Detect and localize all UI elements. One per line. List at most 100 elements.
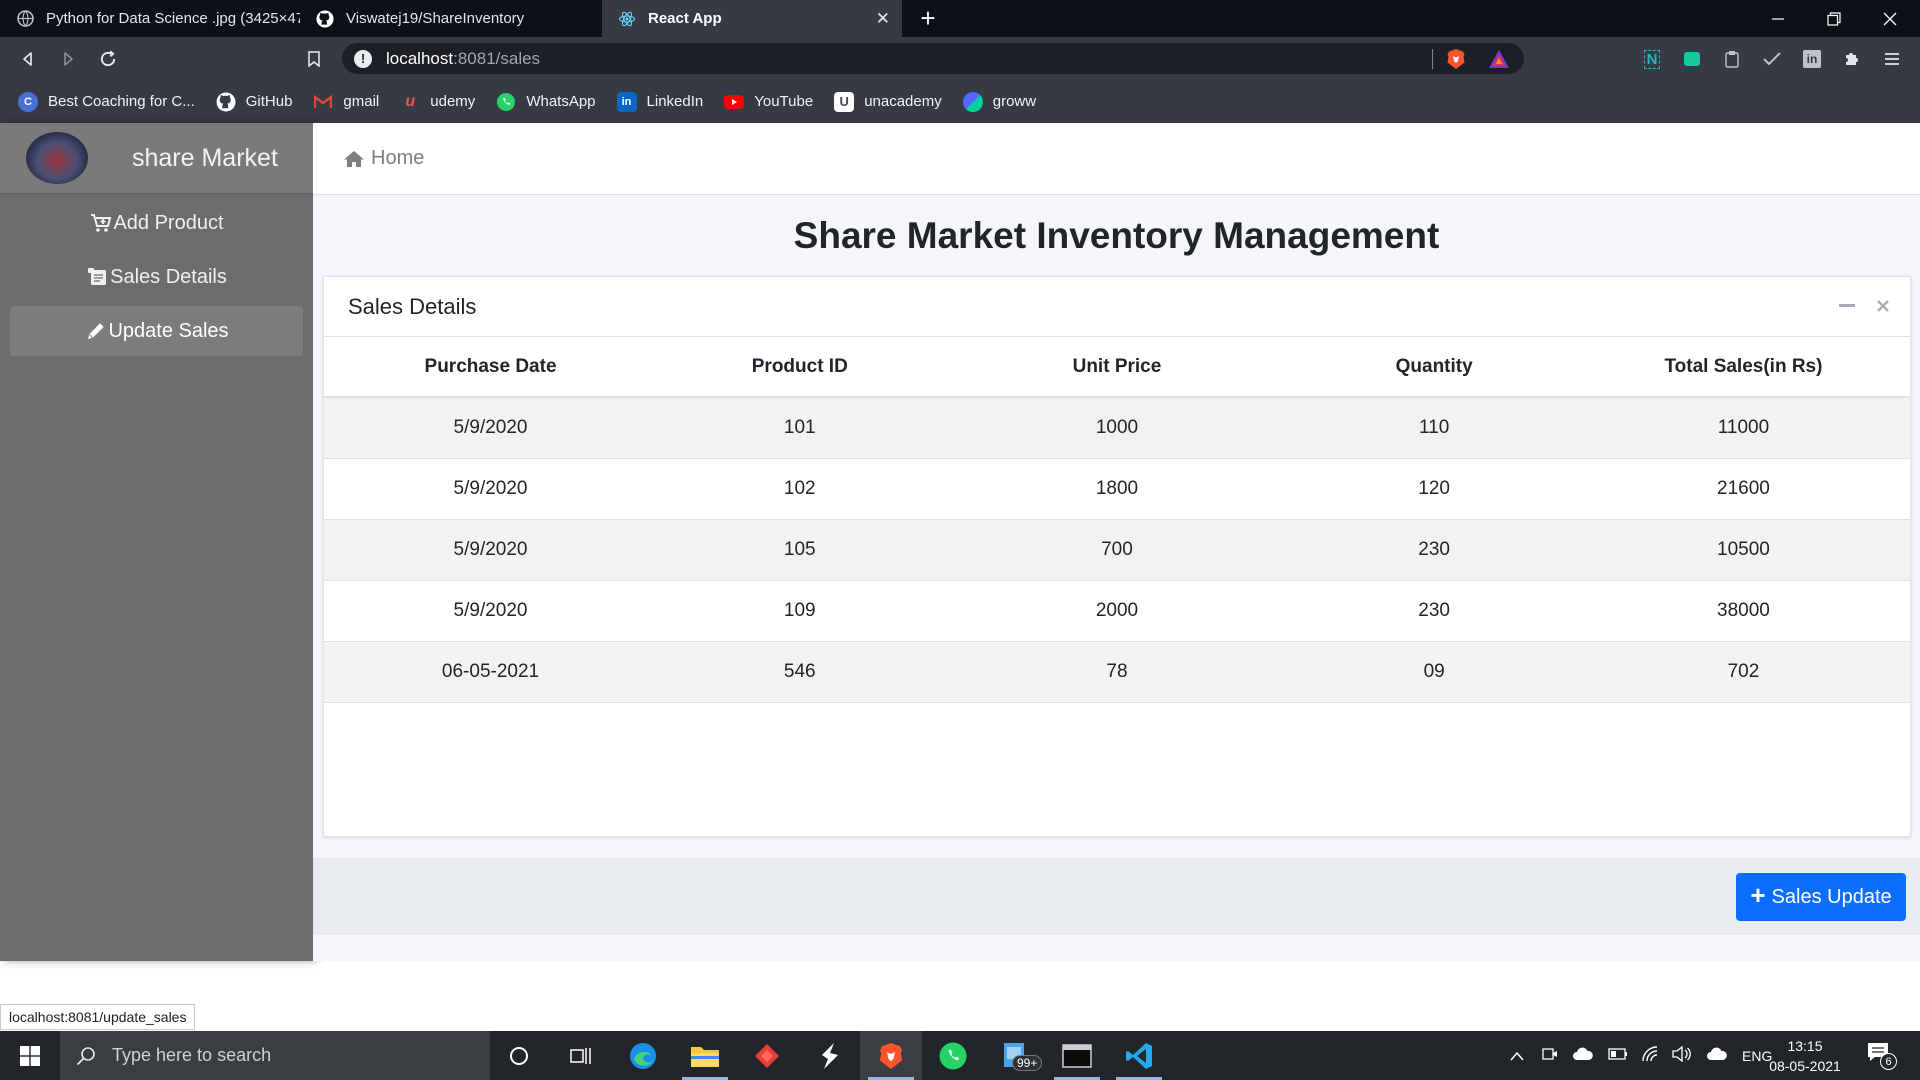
restore-window-icon[interactable] <box>1806 0 1862 37</box>
site-info-icon[interactable]: ! <box>354 49 372 68</box>
main-content: Share Market Inventory Management Sales … <box>313 195 1920 961</box>
gmail-icon <box>313 92 333 112</box>
brand[interactable]: share Market <box>0 123 313 194</box>
column-header: Quantity <box>1291 337 1577 398</box>
sales-update-button[interactable]: + Sales Update <box>1736 873 1906 921</box>
column-header: Total Sales(in Rs) <box>1576 337 1910 398</box>
forward-icon[interactable] <box>54 46 82 72</box>
file-explorer-icon[interactable] <box>674 1031 736 1080</box>
brave-shields-icon[interactable] <box>1446 48 1466 75</box>
sidebar-item-update-sales[interactable]: Update Sales <box>10 306 303 356</box>
taskbar-search-input[interactable]: Type here to search <box>60 1031 490 1080</box>
bookmark-github[interactable]: GitHub <box>216 92 292 112</box>
bookmark-linkedin[interactable]: in LinkedIn <box>616 91 703 112</box>
sidebar-item-sales-details[interactable]: Sales Details <box>10 252 303 302</box>
reload-icon[interactable] <box>94 46 122 72</box>
tab-title: Python for Data Science .jpg (3425×47 <box>46 10 300 27</box>
bookmark-whatsapp[interactable]: WhatsApp <box>496 92 596 112</box>
minimize-card-icon[interactable] <box>1836 295 1858 317</box>
back-icon[interactable] <box>14 46 42 72</box>
windows-taskbar: Type here to search 99+ ENG 13:15 08-05-… <box>0 1031 1920 1080</box>
pencil-icon <box>84 320 108 342</box>
extensions-puzzle-icon[interactable] <box>1840 47 1864 71</box>
edge-icon[interactable] <box>612 1031 674 1080</box>
whatsapp-icon <box>496 92 516 112</box>
menu-hamburger-icon[interactable] <box>1880 47 1904 71</box>
cell-total-sales: 38000 <box>1576 580 1910 642</box>
bookmark-gmail[interactable]: gmail <box>313 92 379 112</box>
cell-purchase-date: 5/9/2020 <box>324 397 658 459</box>
status-url-preview: localhost:8081/update_sales <box>0 1004 196 1030</box>
wifi-icon[interactable] <box>1642 1046 1660 1065</box>
task-view-icon[interactable] <box>550 1031 612 1080</box>
check-extension-icon[interactable] <box>1760 47 1784 71</box>
cell-total-sales: 11000 <box>1576 397 1910 459</box>
tab-github-repo[interactable]: Viswatej19/ShareInventory <box>300 0 600 37</box>
unacademy-icon: U <box>834 91 855 112</box>
plus-icon: + <box>1750 880 1766 910</box>
notion-extension-icon[interactable]: N <box>1640 47 1664 71</box>
clock-time: 13:15 <box>1787 1038 1823 1054</box>
cell-quantity: 120 <box>1291 458 1577 520</box>
cell-product-id: 546 <box>657 641 943 703</box>
meet-now-icon[interactable] <box>1542 1046 1558 1065</box>
cell-total-sales: 10500 <box>1576 519 1910 581</box>
tab-react-app[interactable]: React App ✕ <box>602 0 902 37</box>
bookmark-groww[interactable]: groww <box>962 91 1036 112</box>
start-button[interactable] <box>0 1031 60 1080</box>
home-link[interactable]: Home <box>343 147 424 170</box>
close-window-icon[interactable] <box>1862 0 1918 37</box>
chevron-up-icon[interactable] <box>1510 1048 1524 1064</box>
cortana-icon[interactable] <box>488 1031 550 1080</box>
battery-icon[interactable] <box>1606 1047 1628 1064</box>
cloud-sync-icon[interactable] <box>1706 1047 1728 1064</box>
new-tab-icon[interactable]: + <box>914 4 942 32</box>
bookmark-page-icon[interactable] <box>300 46 328 72</box>
bookmark-udemy[interactable]: u udemy <box>400 92 475 112</box>
address-bar[interactable]: ! localhost:8081/sales <box>342 43 1524 74</box>
linkedin-icon: in <box>616 91 637 112</box>
browser-toolbar: ! localhost:8081/sales N in <box>0 37 1920 80</box>
cell-total-sales: 21600 <box>1576 458 1910 520</box>
browser-tab-bar: Python for Data Science .jpg (3425×47 Vi… <box>0 0 1920 37</box>
whatsapp-taskbar-icon[interactable] <box>922 1031 984 1080</box>
vscode-icon[interactable] <box>1108 1031 1170 1080</box>
bookmark-unacademy[interactable]: U unacademy <box>834 91 942 112</box>
table-row: 5/9/2020 101 1000 110 11000 <box>324 397 1910 459</box>
tab-python-image[interactable]: Python for Data Science .jpg (3425×47 <box>0 0 300 37</box>
cell-product-id: 105 <box>657 519 943 581</box>
cell-purchase-date: 06-05-2021 <box>324 641 658 703</box>
minimize-window-icon[interactable] <box>1750 0 1806 37</box>
system-tray: ENG <box>1510 1031 1772 1080</box>
action-center-button[interactable]: 6 <box>1866 1041 1897 1071</box>
cell-unit-price: 78 <box>942 641 1292 703</box>
github-icon <box>316 9 334 28</box>
taskbar-clock[interactable]: 13:15 08-05-2021 <box>1762 1036 1848 1076</box>
brave-rewards-icon[interactable] <box>1488 49 1510 74</box>
meet-extension-icon[interactable] <box>1680 47 1704 71</box>
react-icon <box>618 10 636 28</box>
volume-icon[interactable] <box>1672 1045 1692 1065</box>
url-text: localhost:8081/sales <box>386 48 541 68</box>
cart-plus-icon <box>89 212 113 234</box>
anydesk-icon[interactable] <box>736 1031 798 1080</box>
sublime-icon[interactable] <box>798 1031 860 1080</box>
cell-unit-price: 2000 <box>942 580 1292 642</box>
table-row: 5/9/2020 102 1800 120 21600 <box>324 458 1910 520</box>
bookmarks-bar: C Best Coaching for C... GitHub gmail u … <box>0 80 1920 123</box>
tab-title: Viswatej19/ShareInventory <box>346 10 525 27</box>
brave-taskbar-icon[interactable] <box>860 1031 922 1080</box>
close-card-icon[interactable] <box>1872 295 1894 317</box>
clipboard-extension-icon[interactable] <box>1720 47 1744 71</box>
card-header: Sales Details <box>324 277 1910 337</box>
sidebar-item-add-product[interactable]: Add Product <box>10 198 303 248</box>
bookmark-coaching[interactable]: C Best Coaching for C... <box>18 91 195 112</box>
cell-purchase-date: 5/9/2020 <box>324 458 658 520</box>
linkedin-extension-icon[interactable]: in <box>1800 47 1824 71</box>
close-tab-icon[interactable]: ✕ <box>876 9 890 29</box>
globe-icon <box>16 10 34 28</box>
mail-icon[interactable]: 99+ <box>984 1031 1046 1080</box>
onedrive-icon[interactable] <box>1572 1047 1594 1064</box>
terminal-icon[interactable] <box>1046 1031 1108 1080</box>
bookmark-youtube[interactable]: YouTube <box>724 92 813 112</box>
